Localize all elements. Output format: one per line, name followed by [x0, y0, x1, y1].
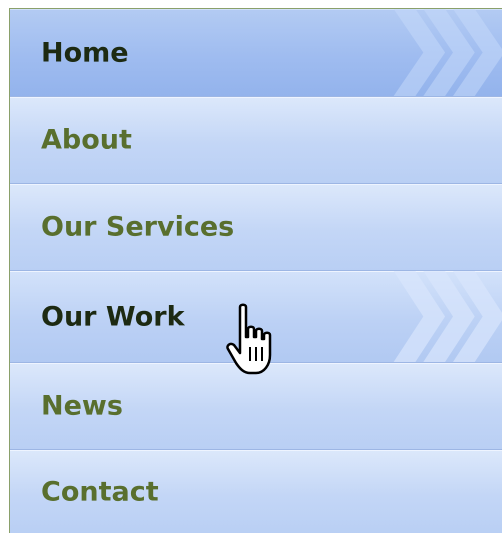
menu-item-contact[interactable]: Contact	[10, 450, 502, 533]
chevron-arrows-icon	[393, 9, 502, 96]
menu-item-label: Our Services	[41, 211, 235, 243]
menu-item-label: Contact	[41, 476, 159, 508]
menu-item-our-services[interactable]: Our Services	[10, 184, 502, 271]
menu-item-label: Home	[41, 37, 129, 68]
navigation-menu: Home About Our Services Our Work News Co…	[9, 8, 502, 533]
hand-pointer-cursor-icon	[226, 303, 272, 375]
menu-item-about[interactable]: About	[10, 97, 502, 184]
menu-item-label: News	[41, 390, 123, 422]
menu-item-label: About	[41, 124, 132, 156]
menu-item-label: Our Work	[41, 301, 185, 332]
menu-item-home[interactable]: Home	[10, 9, 502, 97]
chevron-arrows-icon	[393, 271, 502, 362]
